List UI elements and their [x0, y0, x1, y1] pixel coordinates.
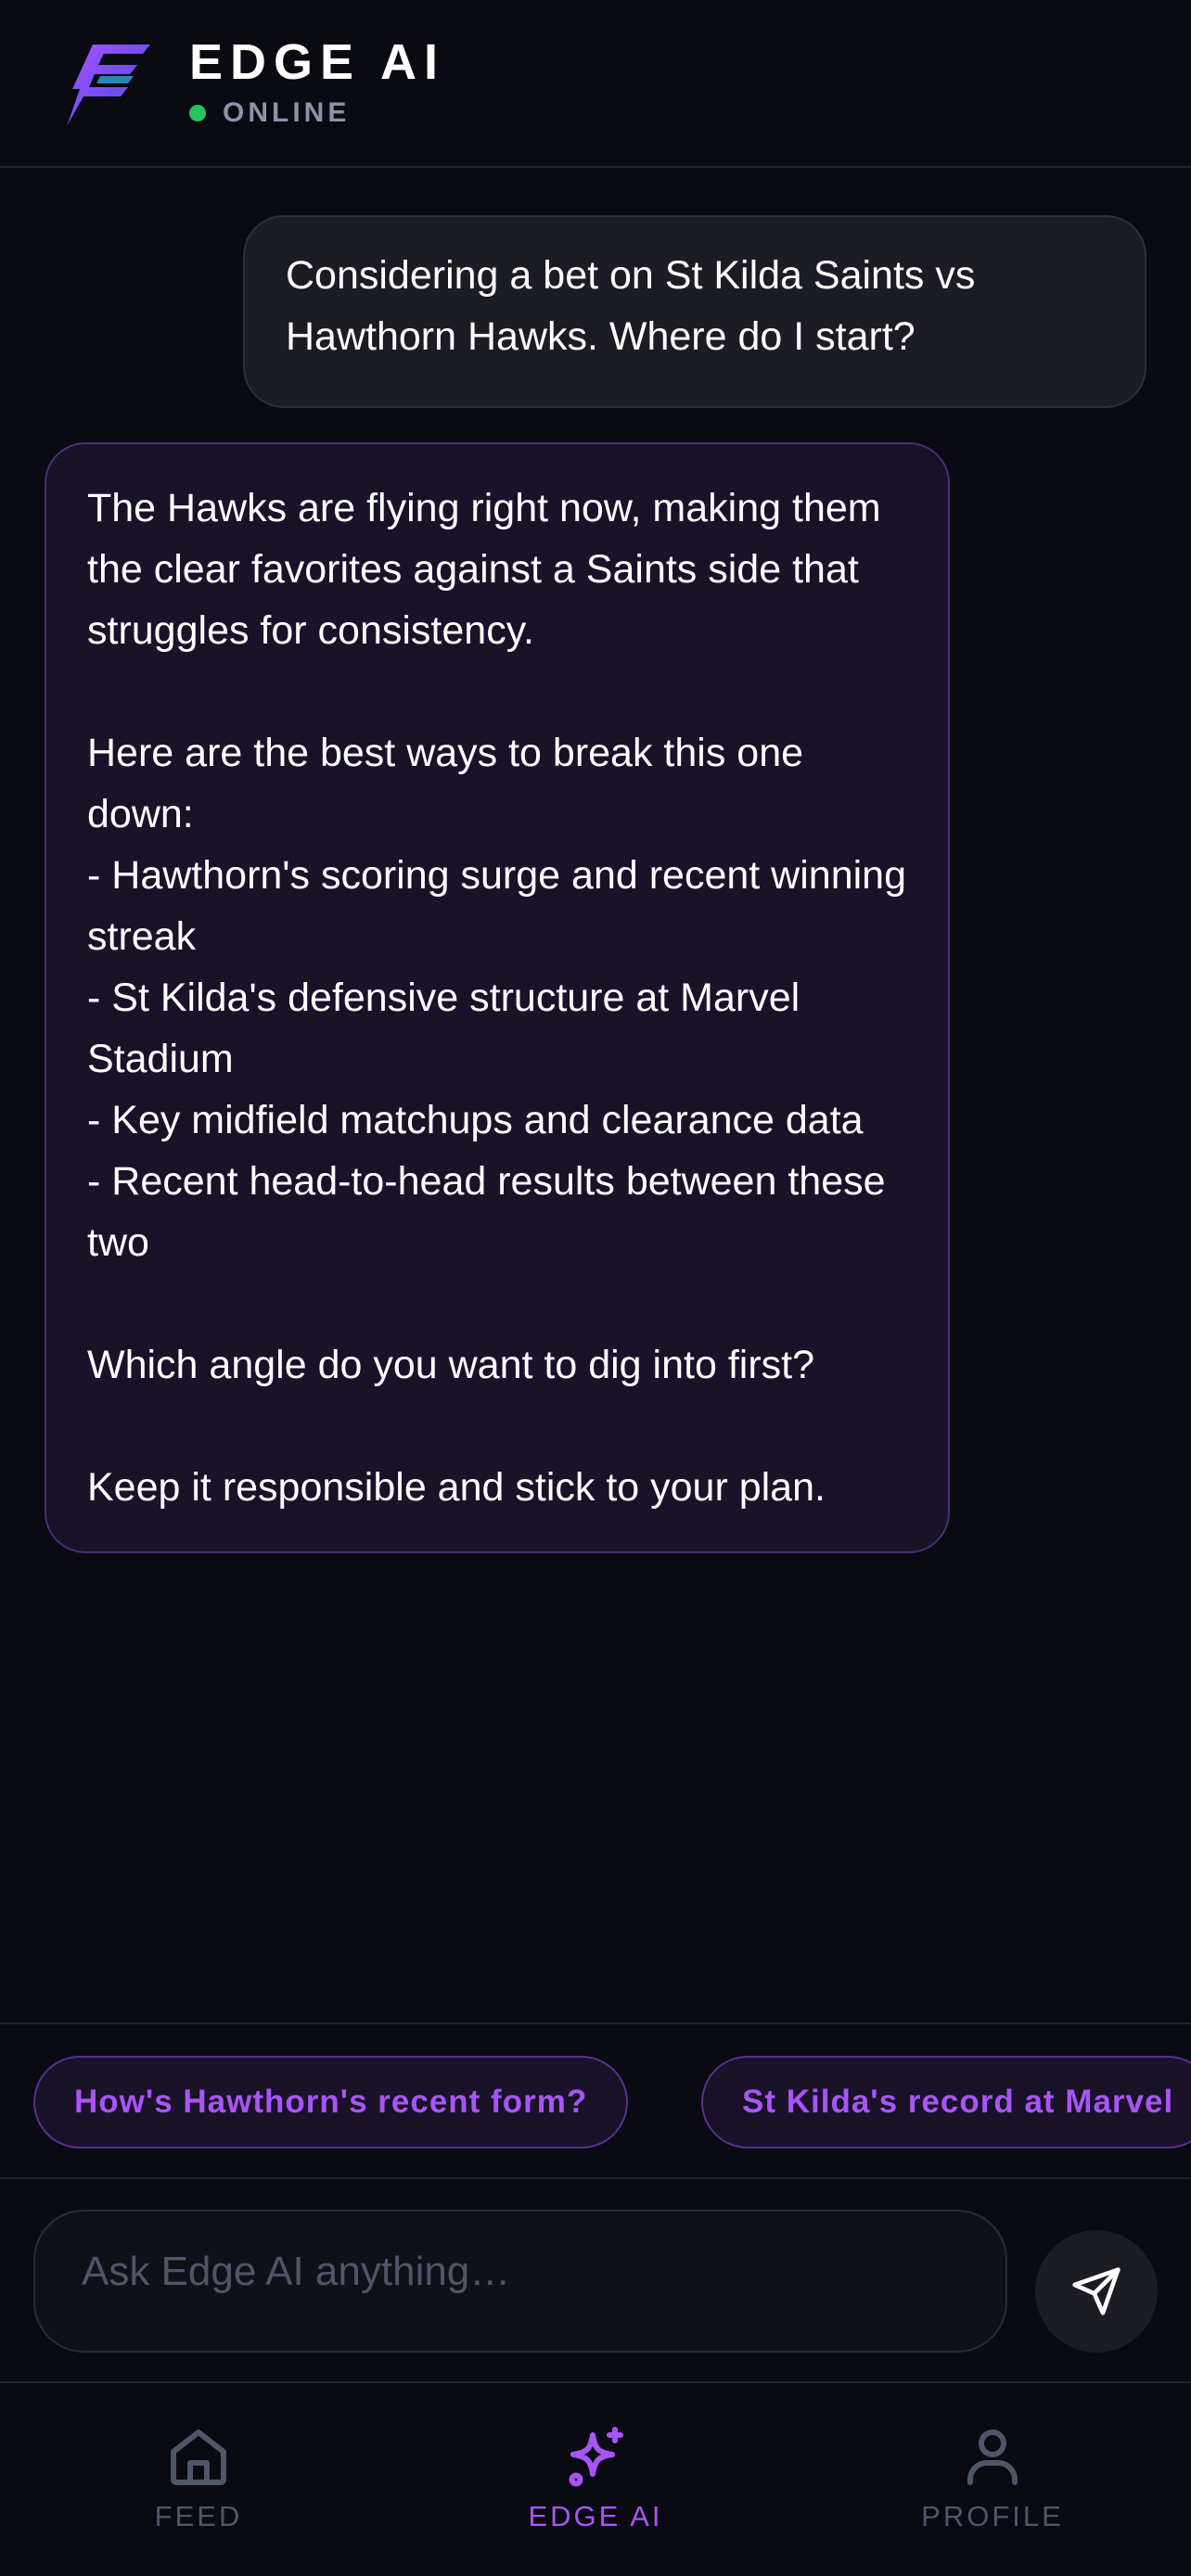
app-header: EDGE AI ONLINE [0, 0, 1191, 168]
send-icon [1072, 2267, 1121, 2315]
sparkle-icon [569, 2427, 623, 2487]
bottom-nav: FEED EDGE AI PROFILE [0, 2381, 1191, 2576]
nav-item-profile[interactable]: PROFILE [853, 2424, 1132, 2533]
status-indicator: ONLINE [189, 96, 350, 130]
nav-item-feed[interactable]: FEED [59, 2424, 338, 2533]
online-dot-icon [189, 105, 206, 121]
edge-logo-icon [67, 45, 150, 126]
suggestion-chip-hawthorn-form[interactable]: How's Hawthorn's recent form? [33, 2056, 629, 2149]
suggestion-chip-st-kilda-record[interactable]: St Kilda's record at Marvel [701, 2056, 1191, 2149]
home-icon [171, 2429, 226, 2485]
nav-label-edge-ai: EDGE AI [528, 2500, 663, 2532]
suggestion-chips-bar[interactable]: How's Hawthorn's recent form? St Kilda's… [0, 2022, 1191, 2179]
app-title: EDGE AI [189, 34, 446, 90]
user-icon [967, 2429, 1018, 2485]
user-message-bubble: Considering a bet on St Kilda Saints vs … [243, 215, 1146, 408]
nav-label-feed: FEED [154, 2500, 243, 2532]
nav-label-profile: PROFILE [921, 2500, 1064, 2532]
status-text: ONLINE [223, 97, 351, 128]
message-input-box[interactable] [33, 2210, 1007, 2353]
send-button[interactable] [1035, 2230, 1158, 2353]
assistant-message-bubble: The Hawks are flying right now, making t… [45, 442, 950, 1553]
message-input[interactable] [80, 2234, 955, 2310]
nav-item-edge-ai[interactable]: EDGE AI [456, 2424, 735, 2533]
